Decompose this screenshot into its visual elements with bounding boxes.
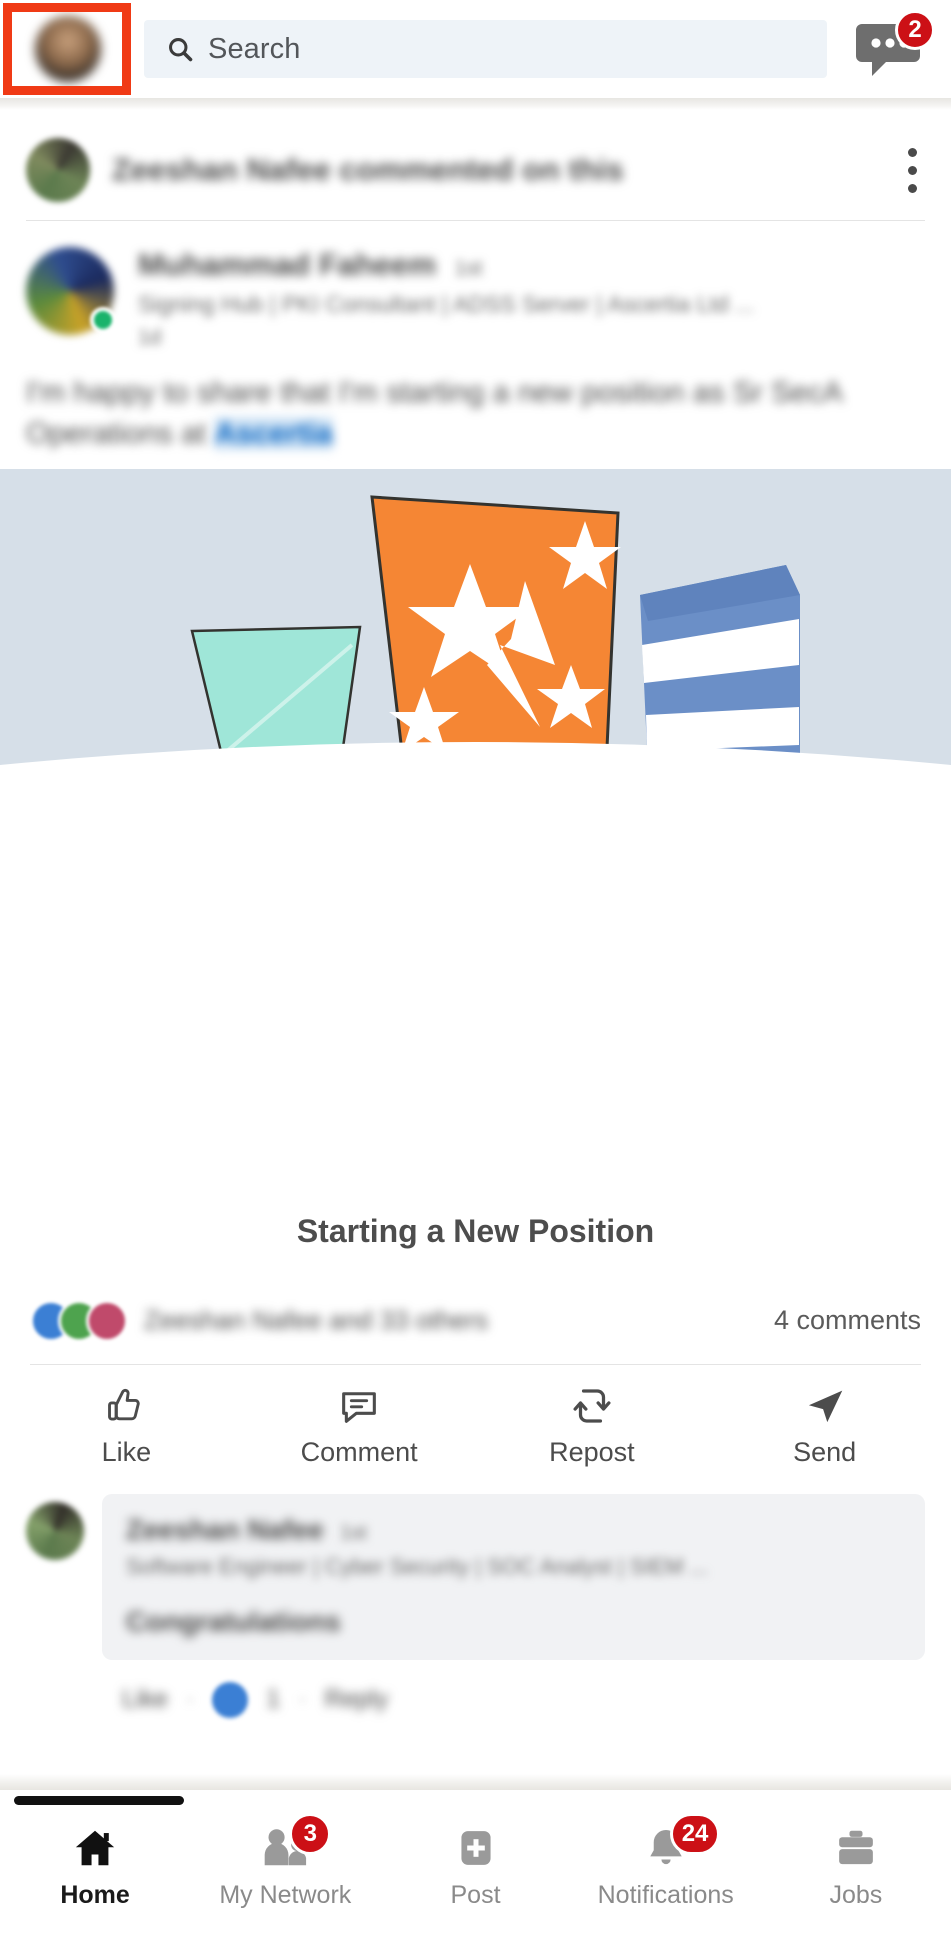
bottom-navigation: Home 3 My Network Post 24 Notifications … <box>0 1807 951 1933</box>
send-button[interactable]: Send <box>708 1383 941 1468</box>
comment-actions: Like · 1 · Reply <box>0 1660 951 1718</box>
post-image-caption: Starting a New Position <box>0 1168 951 1294</box>
comment-bubble: Zeeshan Nafee 1st Software Engineer | Cy… <box>102 1493 925 1660</box>
presence-indicator <box>90 307 116 333</box>
thumbs-up-icon <box>108 1388 141 1421</box>
post-body: I'm happy to share that I'm starting a n… <box>0 356 951 469</box>
home-indicator-bar <box>14 1796 184 1805</box>
more-options-icon[interactable] <box>908 148 917 193</box>
comment-avatar[interactable] <box>26 1501 84 1560</box>
comment-label: Comment <box>300 1436 418 1467</box>
context-avatar <box>26 138 90 202</box>
comment-item: Zeeshan Nafee 1st Software Engineer | Cy… <box>0 1484 951 1660</box>
repost-label: Repost <box>549 1436 635 1467</box>
nav-label-jobs: Jobs <box>829 1881 883 1909</box>
send-paper-plane-icon <box>808 1390 842 1422</box>
linkedin-feed-screen: Search 2 Zeeshan Nafee commented on this <box>0 0 951 1933</box>
repost-icon <box>573 1389 611 1423</box>
briefcase-icon <box>839 1830 873 1865</box>
comment-author-headline: Software Engineer | Cyber Security | SOC… <box>126 1553 709 1579</box>
like-label: Like <box>101 1436 152 1467</box>
reaction-love-icon <box>86 1299 128 1342</box>
reactions-summary[interactable]: Zeeshan Nafee and 33 others <box>144 1305 488 1336</box>
author-name: Muhammad Faheem <box>138 247 437 282</box>
nav-item-notifications[interactable]: 24 Notifications <box>571 1813 761 1910</box>
comment-bubble-icon <box>342 1391 376 1423</box>
header-shadow <box>0 98 951 110</box>
my-network-badge: 3 <box>289 1813 332 1855</box>
nav-item-home[interactable]: Home <box>0 1821 190 1910</box>
home-icon <box>75 1830 115 1866</box>
search-placeholder: Search <box>208 32 301 65</box>
celebration-illustration <box>0 468 951 1169</box>
nav-label-my-network: My Network <box>219 1881 352 1909</box>
comment-like-button[interactable]: Like <box>122 1685 168 1714</box>
author-meta: Muhammad Faheem 1st Signing Hub | PKI Co… <box>138 247 925 350</box>
post-action-bar: Like Comment Repost Send <box>0 1365 951 1484</box>
comments-count[interactable]: 4 comments <box>774 1305 921 1336</box>
comment-reply-button[interactable]: Reply <box>324 1685 388 1714</box>
feed-post: Zeeshan Nafee commented on this Muhammad… <box>0 110 951 1718</box>
repost-button[interactable]: Repost <box>476 1383 709 1468</box>
nav-label-notifications: Notifications <box>597 1881 734 1909</box>
search-icon <box>169 38 193 62</box>
post-context-text: Zeeshan Nafee commented on this <box>112 152 624 187</box>
nav-item-post[interactable]: Post <box>380 1821 570 1910</box>
profile-avatar-button[interactable] <box>22 3 114 95</box>
post-timestamp: 1d <box>138 326 162 349</box>
comment-reaction-icon <box>212 1681 249 1718</box>
send-label: Send <box>793 1436 857 1467</box>
nav-label-post: Post <box>450 1881 501 1909</box>
post-body-link[interactable]: Ascertia <box>214 417 333 451</box>
bell-icon-wrap: 24 <box>642 1813 721 1875</box>
comment-author-name[interactable]: Zeeshan Nafee <box>126 1514 324 1546</box>
top-header: Search 2 <box>0 0 951 98</box>
post-body-text: I'm happy to share that I'm starting a n… <box>26 376 842 451</box>
comment-separator-2: · <box>298 1685 307 1714</box>
messaging-button[interactable]: 2 <box>851 10 935 86</box>
reaction-icons[interactable] <box>30 1299 128 1342</box>
comment-like-count: 1 <box>266 1685 281 1714</box>
bottom-nav-shadow <box>0 1774 951 1790</box>
author-degree: 1st <box>454 257 483 280</box>
comment-author-degree: 1st <box>340 1521 367 1544</box>
author-avatar-wrap <box>26 247 116 335</box>
post-author-row[interactable]: Muhammad Faheem 1st Signing Hub | PKI Co… <box>0 221 951 356</box>
home-icon-wrap <box>70 1821 120 1875</box>
author-headline: Signing Hub | PKI Consultant | ADSS Serv… <box>138 291 755 317</box>
post-social-counts: Zeeshan Nafee and 33 others 4 comments <box>0 1294 951 1364</box>
like-button[interactable]: Like <box>10 1383 243 1468</box>
search-input[interactable]: Search <box>144 20 827 78</box>
post-icon-wrap <box>453 1821 499 1875</box>
post-context-row: Zeeshan Nafee commented on this <box>0 110 951 220</box>
notifications-badge: 24 <box>669 1813 721 1855</box>
nav-label-home: Home <box>60 1881 130 1909</box>
comment-button[interactable]: Comment <box>243 1383 476 1468</box>
nav-item-jobs[interactable]: Jobs <box>761 1821 951 1910</box>
profile-avatar <box>35 16 101 82</box>
comment-text: Congratulations <box>126 1605 341 1637</box>
nav-item-my-network[interactable]: 3 My Network <box>190 1813 380 1910</box>
post-image[interactable] <box>0 468 951 1169</box>
my-network-icon-wrap: 3 <box>258 1813 332 1875</box>
messaging-badge: 2 <box>895 10 935 50</box>
comment-separator-1: · <box>185 1685 195 1714</box>
post-plus-icon <box>460 1831 491 1865</box>
briefcase-icon-wrap <box>831 1821 881 1875</box>
